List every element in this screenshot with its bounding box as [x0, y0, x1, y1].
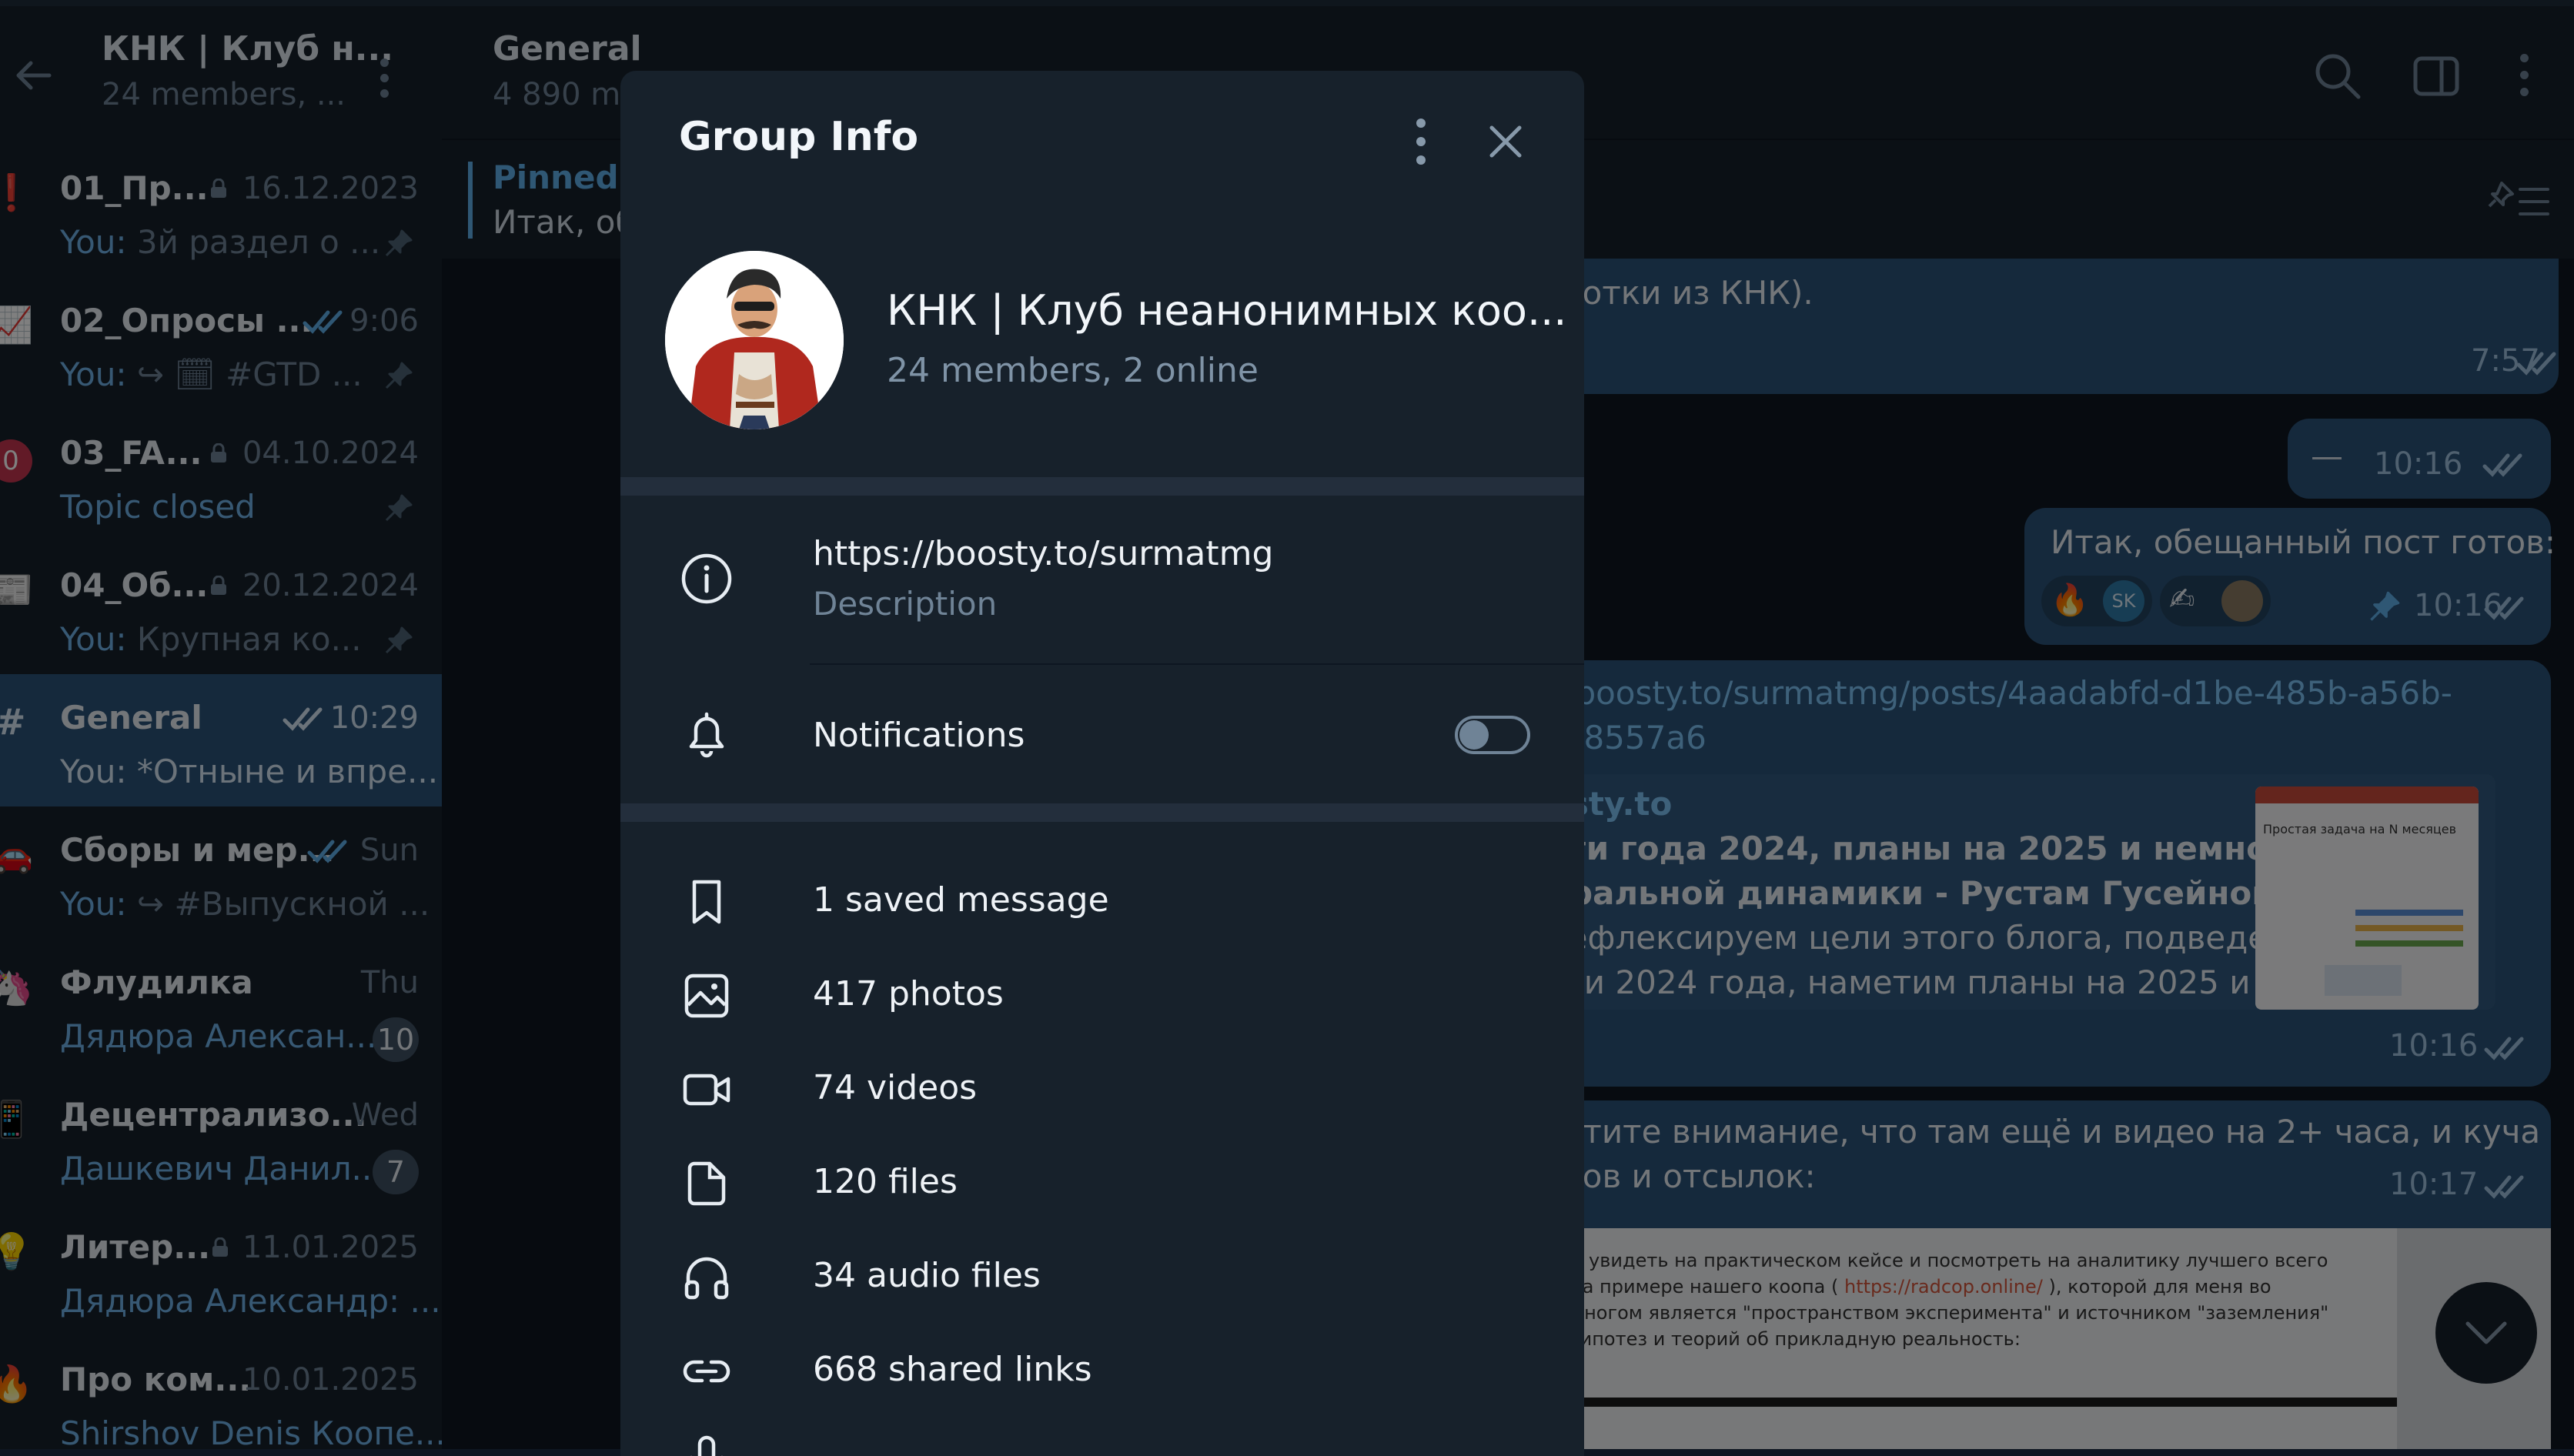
- headphones-icon: [684, 1257, 729, 1300]
- files-count: 120 files: [813, 1162, 958, 1201]
- dialog-more-icon[interactable]: [1406, 117, 1436, 166]
- group-name: КНК | Клуб неанонимных коо...: [887, 286, 1567, 335]
- row-divider: [810, 663, 1584, 665]
- group-link[interactable]: https://boosty.to/surmatmg: [813, 534, 1273, 573]
- notifications-toggle[interactable]: [1455, 716, 1530, 754]
- link-icon: [683, 1360, 730, 1383]
- videos-count: 74 videos: [813, 1068, 978, 1107]
- info-icon: [681, 553, 732, 604]
- bell-icon: [689, 712, 724, 758]
- videos-row[interactable]: 74 videos: [620, 1057, 1584, 1144]
- file-icon: [687, 1161, 726, 1206]
- notifications-label: Notifications: [813, 716, 1025, 755]
- bookmark-icon: [692, 880, 721, 924]
- group-info-dialog: Group Info КНК | Клуб неанонимных коо...…: [620, 71, 1584, 1456]
- audio-count: 34 audio files: [813, 1256, 1041, 1295]
- files-row[interactable]: 120 files: [620, 1151, 1584, 1237]
- group-link-label: Description: [813, 585, 998, 623]
- group-avatar[interactable]: [665, 251, 844, 429]
- photo-icon: [684, 973, 729, 1018]
- audio-row[interactable]: 34 audio files: [620, 1245, 1584, 1331]
- video-icon: [683, 1074, 730, 1106]
- photos-count: 417 photos: [813, 974, 1004, 1014]
- dialog-title: Group Info: [679, 114, 919, 160]
- toggle-knob: [1459, 720, 1489, 750]
- section-separator: [620, 803, 1584, 822]
- saved-messages-row[interactable]: 1 saved message: [620, 870, 1584, 956]
- avatar-illustration: [665, 251, 844, 429]
- group-members: 24 members, 2 online: [887, 351, 1259, 390]
- close-icon[interactable]: [1483, 119, 1529, 165]
- section-separator: [620, 477, 1584, 496]
- microphone-icon: [690, 1435, 724, 1456]
- photos-row[interactable]: 417 photos: [620, 963, 1584, 1050]
- saved-count: 1 saved message: [813, 880, 1109, 920]
- links-count: 668 shared links: [813, 1350, 1092, 1389]
- links-row[interactable]: 668 shared links: [620, 1339, 1584, 1425]
